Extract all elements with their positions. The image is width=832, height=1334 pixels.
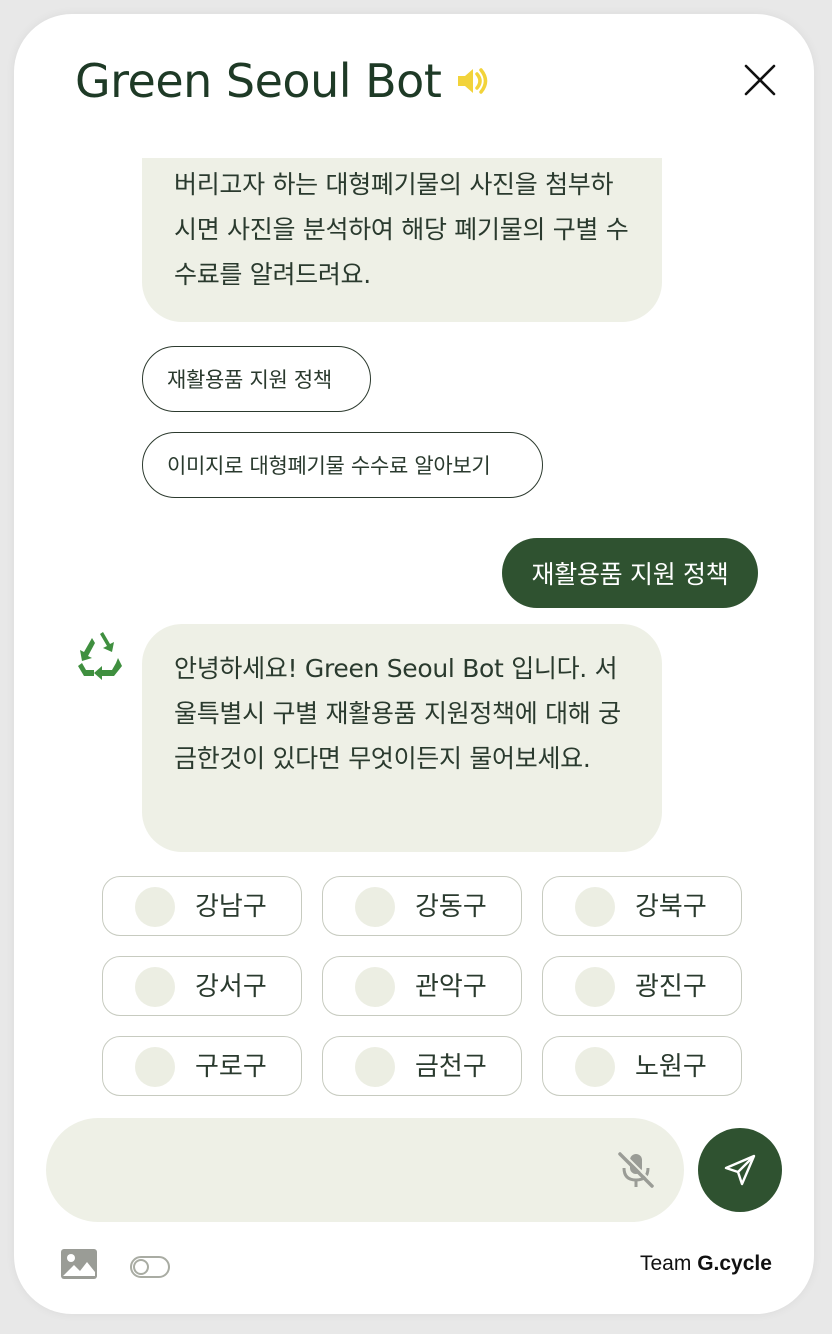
district-button-gangdong[interactable]: 강동구 <box>322 876 522 936</box>
header: Green Seoul Bot <box>75 54 491 108</box>
district-button-gangnam[interactable]: 강남구 <box>102 876 302 936</box>
quick-reply-image-fee[interactable]: 이미지로 대형폐기물 수수료 알아보기 <box>142 432 543 498</box>
district-button-gwangjin[interactable]: 광진구 <box>542 956 742 1016</box>
chat-window: Green Seoul Bot 버리고자 하는 대형폐기물의 사진을 첨부하시면… <box>14 14 814 1314</box>
district-button-gwanak[interactable]: 관악구 <box>322 956 522 1016</box>
district-button-guro[interactable]: 구로구 <box>102 1036 302 1096</box>
district-label: 금천구 <box>415 1052 487 1082</box>
message-input-container <box>46 1118 684 1222</box>
district-button-nowon[interactable]: 노원구 <box>542 1036 742 1096</box>
radio-circle <box>135 887 175 927</box>
team-prefix: Team <box>640 1252 692 1275</box>
district-label: 강남구 <box>195 892 267 922</box>
user-message: 재활용품 지원 정책 <box>502 538 758 608</box>
quick-reply-recycling-policy[interactable]: 재활용품 지원 정책 <box>142 346 371 412</box>
page-title: Green Seoul Bot <box>75 54 442 108</box>
send-button[interactable] <box>698 1128 782 1212</box>
recycle-icon <box>74 630 126 682</box>
radio-circle <box>135 967 175 1007</box>
district-label: 노원구 <box>635 1052 707 1082</box>
district-label: 구로구 <box>195 1052 267 1082</box>
team-name: G.cycle <box>697 1252 772 1275</box>
radio-circle <box>355 1047 395 1087</box>
team-credit: Team G.cycle <box>640 1252 772 1276</box>
radio-circle <box>135 1047 175 1087</box>
radio-circle <box>355 887 395 927</box>
image-icon[interactable] <box>60 1248 98 1280</box>
district-label: 강북구 <box>635 892 707 922</box>
toggle-icon[interactable] <box>130 1256 170 1278</box>
close-icon[interactable] <box>742 62 778 98</box>
radio-circle <box>355 967 395 1007</box>
radio-circle <box>575 967 615 1007</box>
message-input[interactable] <box>82 1118 602 1222</box>
radio-circle <box>575 1047 615 1087</box>
send-icon <box>724 1154 756 1186</box>
speaker-icon[interactable] <box>455 63 491 99</box>
bot-message-greeting: 안녕하세요! Green Seoul Bot 입니다. 서울특별시 구별 재활용… <box>142 624 662 852</box>
district-label: 관악구 <box>415 972 487 1002</box>
mic-off-icon[interactable] <box>614 1148 658 1192</box>
district-label: 강서구 <box>195 972 267 1002</box>
bot-message-image-intro: 버리고자 하는 대형폐기물의 사진을 첨부하시면 사진을 분석하여 해당 폐기물… <box>142 158 662 322</box>
toggle-knob <box>133 1259 149 1275</box>
district-button-gangbuk[interactable]: 강북구 <box>542 876 742 936</box>
radio-circle <box>575 887 615 927</box>
district-button-gangseo[interactable]: 강서구 <box>102 956 302 1016</box>
district-label: 광진구 <box>635 972 707 1002</box>
district-button-geumcheon[interactable]: 금천구 <box>322 1036 522 1096</box>
district-label: 강동구 <box>415 892 487 922</box>
